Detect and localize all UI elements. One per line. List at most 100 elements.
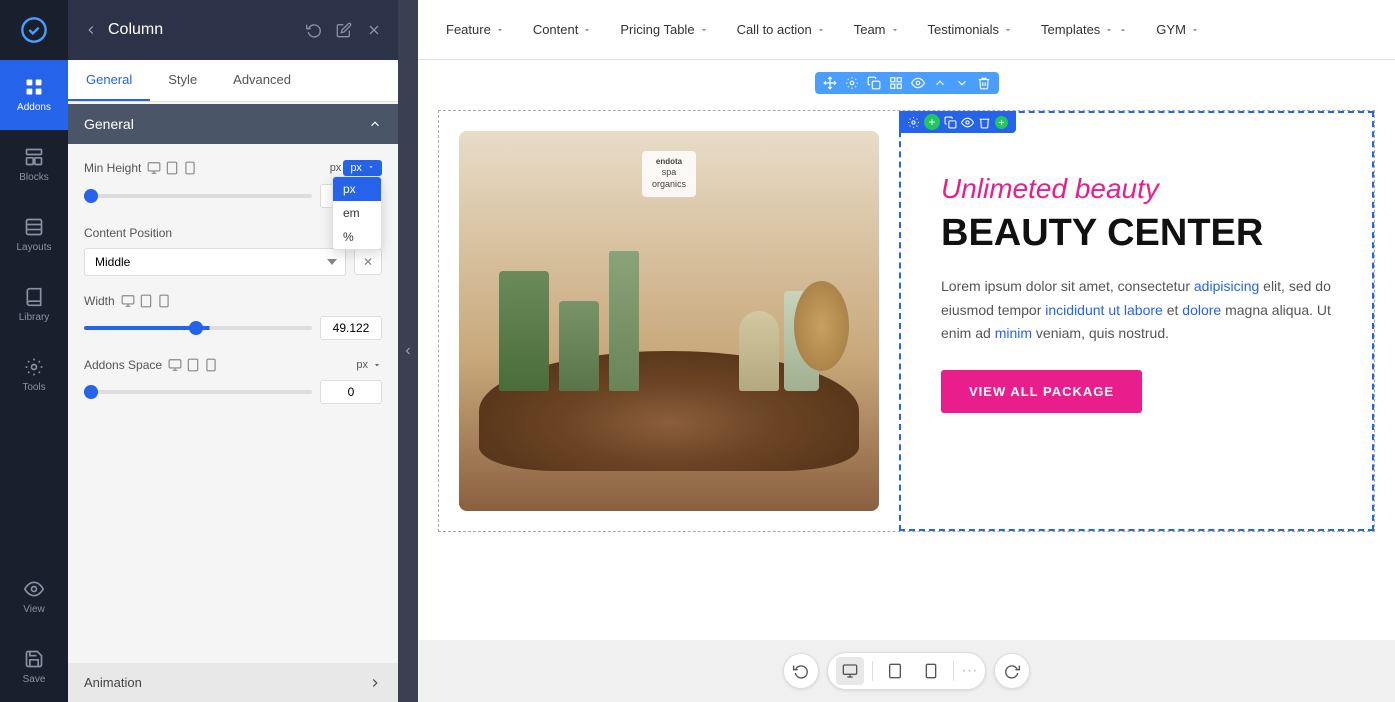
canvas-inner: endota spa organics + <box>418 60 1395 640</box>
width-slider[interactable] <box>84 326 312 330</box>
link-adipisicing[interactable]: adipisicing <box>1194 278 1259 294</box>
nav-testimonials[interactable]: Testimonials <box>916 14 1026 45</box>
desktop-device-btn[interactable] <box>836 657 864 685</box>
sidebar-item-save[interactable]: Save <box>0 632 68 702</box>
nav-pricing-table[interactable]: Pricing Table <box>608 14 720 45</box>
sidebar-item-layouts[interactable]: Layouts <box>0 200 68 270</box>
undo-btn[interactable] <box>783 653 819 689</box>
width-input[interactable]: 49.122 <box>320 316 382 340</box>
chevron-up-row[interactable] <box>933 76 947 90</box>
animation-section[interactable]: Animation <box>68 663 398 702</box>
tablet-device-btn[interactable] <box>881 657 909 685</box>
eye-icon[interactable] <box>911 76 925 90</box>
nav-content-label: Content <box>533 22 579 37</box>
copy-icon[interactable] <box>867 76 881 90</box>
nav-team[interactable]: Team <box>842 14 912 45</box>
nav-content[interactable]: Content <box>521 14 605 45</box>
mobile-icon-2[interactable] <box>157 294 171 308</box>
width-device-icons <box>121 294 171 308</box>
width-label: Width <box>84 294 382 308</box>
collapse-icon <box>368 117 382 131</box>
delete-addon-icon[interactable] <box>978 116 991 129</box>
row-toolbar <box>815 72 999 94</box>
ellipsis: ··· <box>962 662 978 680</box>
addons-space-slider-row: 0 <box>84 380 382 404</box>
mobile-icon[interactable] <box>183 161 197 175</box>
cta-button[interactable]: VIEW ALL PACKAGE <box>941 370 1142 413</box>
sidebar-item-blocks-label: Blocks <box>19 172 48 183</box>
addons-space-input[interactable]: 0 <box>320 380 382 404</box>
mobile-icon-3[interactable] <box>204 358 218 372</box>
plus-addon-icon[interactable] <box>995 116 1008 129</box>
chevron-down-row[interactable] <box>955 76 969 90</box>
sidebar-item-library[interactable]: Library <box>0 270 68 340</box>
addons-device-icons <box>168 358 218 372</box>
tablet-icon[interactable] <box>165 161 179 175</box>
link-dolore[interactable]: dolore <box>1182 302 1221 318</box>
eye-addon-icon[interactable] <box>961 116 974 129</box>
sidebar-item-blocks[interactable]: Blocks <box>0 130 68 200</box>
tab-style[interactable]: Style <box>150 60 215 101</box>
content-position-clear[interactable]: ✕ <box>354 249 382 275</box>
settings-addon-icon[interactable] <box>907 116 920 129</box>
chevron-down-icon[interactable] <box>372 360 382 370</box>
redo-btn[interactable] <box>994 653 1030 689</box>
sidebar-item-library-label: Library <box>19 312 50 323</box>
chevron-up-nav-7 <box>1118 25 1128 35</box>
bottle-3 <box>609 251 639 391</box>
desktop-icon[interactable] <box>147 161 161 175</box>
add-addon-btn[interactable]: + <box>924 114 940 130</box>
min-height-label: Min Height px px px em % <box>84 160 382 176</box>
nav-feature[interactable]: Feature <box>434 14 517 45</box>
edit-icon[interactable] <box>336 22 352 38</box>
panel-header: Column <box>68 0 398 60</box>
width-slider-row: 49.122 <box>84 316 382 340</box>
close-icon[interactable] <box>366 22 382 38</box>
panel-title: Column <box>108 21 163 39</box>
tablet-icon-2[interactable] <box>139 294 153 308</box>
bottle-2 <box>559 301 599 391</box>
settings-icon[interactable] <box>845 76 859 90</box>
unit-selector[interactable]: px px em % <box>343 160 382 176</box>
sidebar-item-addons[interactable]: Addons <box>0 60 68 130</box>
addons-space-label: Addons Space px <box>84 358 382 372</box>
desktop-icon-2[interactable] <box>121 294 135 308</box>
delete-row-icon[interactable] <box>977 76 991 90</box>
move-icon[interactable] <box>823 76 837 90</box>
nav-templates-label: Templates <box>1041 22 1100 37</box>
device-group: ··· <box>827 652 987 690</box>
min-height-field: Min Height px px px em % <box>84 160 382 208</box>
unit-option-px[interactable]: px <box>333 177 381 201</box>
back-button[interactable] <box>84 23 98 37</box>
nav-templates[interactable]: Templates <box>1029 14 1140 45</box>
unit-option-percent[interactable]: % <box>333 225 381 249</box>
device-separator-2 <box>953 661 954 681</box>
top-nav: Feature Content Pricing Table Call to ac… <box>418 0 1395 60</box>
unit-badge-px[interactable]: px <box>343 160 382 176</box>
bottle-1 <box>499 271 549 391</box>
unit-option-em[interactable]: em <box>333 201 381 225</box>
nav-gym[interactable]: GYM <box>1144 14 1212 45</box>
desktop-icon-3[interactable] <box>168 358 182 372</box>
min-height-slider[interactable] <box>84 194 312 198</box>
refresh-icon[interactable] <box>306 22 322 38</box>
copy-addon-icon[interactable] <box>944 116 957 129</box>
tab-advanced[interactable]: Advanced <box>215 60 309 101</box>
panel-collapse-btn[interactable] <box>398 0 418 702</box>
chevron-down-nav-5 <box>890 25 900 35</box>
link-incididunt[interactable]: incididunt ut labore <box>1045 302 1163 318</box>
mobile-device-btn[interactable] <box>917 657 945 685</box>
panel-header-left: Column <box>84 21 163 39</box>
content-position-select[interactable]: Middle Top Bottom <box>84 248 346 276</box>
sidebar-item-tools[interactable]: Tools <box>0 340 68 410</box>
beauty-description: Lorem ipsum dolor sit amet, consectetur … <box>941 275 1332 346</box>
tablet-icon-3[interactable] <box>186 358 200 372</box>
link-minim[interactable]: minim <box>995 325 1032 341</box>
tab-general[interactable]: General <box>68 60 150 101</box>
addons-space-slider[interactable] <box>84 390 312 394</box>
grid-icon[interactable] <box>889 76 903 90</box>
sidebar-item-view[interactable]: View <box>0 562 68 632</box>
nav-call-to-action[interactable]: Call to action <box>725 14 838 45</box>
general-section-header[interactable]: General <box>68 104 398 144</box>
beauty-title: BEAUTY CENTER <box>941 213 1332 255</box>
